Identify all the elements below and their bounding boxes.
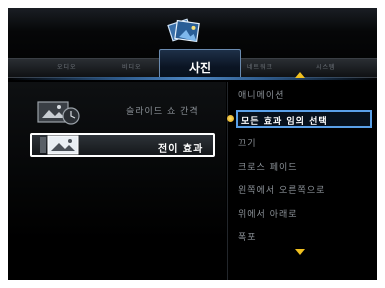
scroll-up-arrow-icon[interactable] bbox=[295, 72, 305, 78]
option-waterfall[interactable]: 폭포 bbox=[238, 230, 257, 243]
option-crossfade[interactable]: 크로스 페이드 bbox=[238, 160, 298, 173]
settings-screen: 오디오 비디오 네트워크 시스템 사진 슬라이드 쇼 간격 전이 효과 애니메이… bbox=[8, 8, 377, 280]
tab-network[interactable]: 네트워크 bbox=[247, 62, 273, 71]
tab-highlight-line bbox=[8, 77, 377, 80]
option-random-all-effects[interactable]: 모든 효과 임의 선택 bbox=[236, 110, 372, 128]
option-top-to-bottom[interactable]: 위에서 아래로 bbox=[238, 207, 298, 220]
selected-bullet-icon bbox=[227, 115, 234, 122]
scroll-down-arrow-icon[interactable] bbox=[295, 249, 305, 255]
photo-clock-icon bbox=[37, 101, 80, 125]
photo-stack-icon bbox=[167, 18, 200, 43]
tab-photo[interactable]: 사진 bbox=[159, 49, 241, 78]
tab-video[interactable]: 비디오 bbox=[122, 62, 142, 71]
option-animation[interactable]: 애니메이션 bbox=[238, 88, 284, 101]
option-left-to-right[interactable]: 왼쪽에서 오른쪽으로 bbox=[238, 183, 325, 196]
tab-audio[interactable]: 오디오 bbox=[57, 62, 77, 71]
option-off[interactable]: 끄기 bbox=[238, 136, 257, 149]
tab-photo-label: 사진 bbox=[188, 61, 212, 75]
panel-divider bbox=[227, 82, 228, 280]
option-random-label: 모든 효과 임의 선택 bbox=[241, 117, 328, 127]
transition-effect-label: 전이 효과 bbox=[158, 144, 204, 155]
photo-transition-icon bbox=[40, 135, 79, 155]
slideshow-interval-label[interactable]: 슬라이드 쇼 간격 bbox=[126, 104, 199, 117]
tab-system[interactable]: 시스템 bbox=[316, 62, 336, 71]
